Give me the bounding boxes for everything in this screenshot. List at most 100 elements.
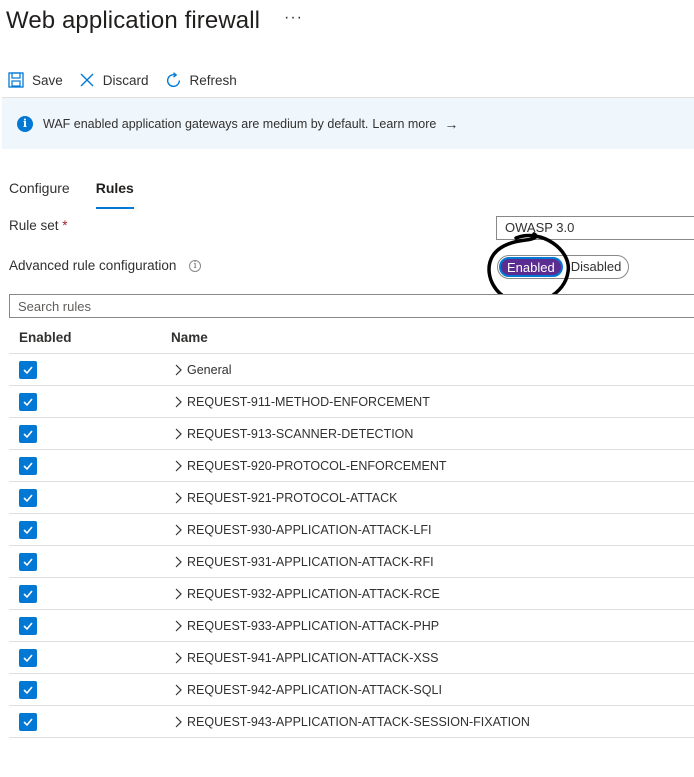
required-marker: *: [62, 218, 68, 233]
rule-group-name: REQUEST-921-PROTOCOL-ATTACK: [187, 490, 398, 505]
rule-checkbox[interactable]: [19, 424, 37, 443]
rule-group-expander[interactable]: General: [171, 363, 231, 377]
chevron-right-icon: [175, 396, 182, 407]
chevron-right-icon: [175, 716, 182, 727]
checkbox-cell: [9, 552, 171, 571]
search-input[interactable]: [9, 294, 694, 318]
chevron-right-icon: [175, 556, 182, 567]
rule-checkbox[interactable]: [19, 456, 37, 475]
checkbox-cell: [9, 712, 171, 731]
checkbox-cell: [9, 488, 171, 507]
more-options-button[interactable]: ···: [284, 9, 303, 27]
toggle-disabled[interactable]: Disabled: [564, 256, 629, 278]
rule-group-name: REQUEST-932-APPLICATION-ATTACK-RCE: [187, 586, 440, 601]
table-row: REQUEST-932-APPLICATION-ATTACK-RCE: [9, 578, 694, 610]
rule-checkbox[interactable]: [19, 552, 37, 571]
chevron-right-icon: [175, 684, 182, 695]
rule-group-expander[interactable]: REQUEST-943-APPLICATION-ATTACK-SESSION-F…: [171, 715, 530, 729]
chevron-right-icon: [175, 492, 182, 503]
banner-text: WAF enabled application gateways are med…: [43, 116, 369, 131]
header-enabled: Enabled: [19, 330, 72, 345]
rule-group-expander[interactable]: REQUEST-921-PROTOCOL-ATTACK: [171, 491, 397, 505]
tab-configure[interactable]: Configure: [9, 178, 70, 206]
checkbox-cell: [9, 648, 171, 667]
rule-checkbox[interactable]: [19, 648, 37, 667]
page-title: Web application firewall: [6, 7, 261, 34]
save-button[interactable]: Save: [8, 72, 63, 88]
refresh-label: Refresh: [189, 72, 237, 88]
info-icon: i: [17, 115, 33, 132]
rule-group-expander[interactable]: REQUEST-933-APPLICATION-ATTACK-PHP: [171, 619, 439, 633]
rule-checkbox[interactable]: [19, 392, 37, 411]
rule-checkbox[interactable]: [19, 680, 37, 699]
rule-checkbox[interactable]: [19, 584, 37, 603]
rule-group-expander[interactable]: REQUEST-930-APPLICATION-ATTACK-LFI: [171, 523, 432, 537]
rule-checkbox[interactable]: [19, 360, 37, 379]
rule-checkbox[interactable]: [19, 712, 37, 731]
rule-group-expander[interactable]: REQUEST-913-SCANNER-DETECTION: [171, 427, 413, 441]
tab-rules[interactable]: Rules: [95, 178, 134, 209]
toolbar: Save Discard Refresh: [8, 68, 253, 92]
table-row: REQUEST-920-PROTOCOL-ENFORCEMENT: [9, 450, 694, 482]
title-row: Web application firewall: [6, 4, 260, 38]
advanced-rule-toggle: Enabled Disabled: [497, 255, 630, 279]
rule-group-expander[interactable]: REQUEST-942-APPLICATION-ATTACK-SQLI: [171, 683, 442, 697]
table-row: REQUEST-933-APPLICATION-ATTACK-PHP: [9, 610, 694, 642]
checkbox-cell: [9, 520, 171, 539]
checkmark-icon: [23, 621, 33, 630]
discard-label: Discard: [102, 72, 149, 88]
rule-group-name: REQUEST-941-APPLICATION-ATTACK-XSS: [187, 650, 439, 665]
table-row: REQUEST-942-APPLICATION-ATTACK-SQLI: [9, 674, 694, 706]
table-row: General: [9, 354, 694, 386]
discard-button[interactable]: Discard: [79, 72, 149, 88]
checkmark-icon: [23, 653, 33, 662]
rule-group-expander[interactable]: REQUEST-931-APPLICATION-ATTACK-RFI: [171, 555, 434, 569]
checkmark-icon: [23, 557, 33, 566]
refresh-icon: [166, 71, 180, 87]
checkbox-cell: [9, 456, 171, 475]
rule-group-expander[interactable]: REQUEST-920-PROTOCOL-ENFORCEMENT: [171, 459, 447, 473]
checkbox-cell: [9, 360, 171, 379]
rule-group-expander[interactable]: REQUEST-932-APPLICATION-ATTACK-RCE: [171, 587, 440, 601]
ruleset-label: Rule set: [9, 218, 59, 233]
checkmark-icon: [23, 685, 33, 694]
arrow-right-icon: →: [444, 115, 459, 132]
rule-checkbox[interactable]: [19, 520, 37, 539]
rule-group-expander[interactable]: REQUEST-941-APPLICATION-ATTACK-XSS: [171, 651, 438, 665]
close-icon: [80, 73, 94, 87]
table-row: REQUEST-931-APPLICATION-ATTACK-RFI: [9, 546, 694, 578]
checkbox-cell: [9, 584, 171, 603]
save-icon: [8, 72, 24, 88]
info-icon[interactable]: i: [189, 260, 202, 273]
table-row: REQUEST-930-APPLICATION-ATTACK-LFI: [9, 514, 694, 546]
header-name: Name: [171, 330, 208, 345]
checkbox-cell: [9, 680, 171, 699]
checkmark-icon: [23, 365, 33, 374]
table-row: REQUEST-911-METHOD-ENFORCEMENT: [9, 386, 694, 418]
rule-checkbox[interactable]: [19, 488, 37, 507]
rule-group-name: General: [187, 362, 232, 377]
refresh-button[interactable]: Refresh: [165, 71, 237, 89]
table-header: Enabled Name: [9, 322, 694, 354]
rule-group-name: REQUEST-920-PROTOCOL-ENFORCEMENT: [187, 458, 447, 473]
learn-more-label: Learn more: [372, 116, 437, 131]
ruleset-label-group: Rule set *: [9, 218, 68, 233]
checkmark-icon: [23, 717, 33, 726]
chevron-right-icon: [175, 588, 182, 599]
rule-group-name: REQUEST-911-METHOD-ENFORCEMENT: [187, 394, 430, 409]
chevron-right-icon: [175, 652, 182, 663]
checkbox-cell: [9, 616, 171, 635]
learn-more-link[interactable]: Learn more →: [372, 116, 458, 132]
ruleset-dropdown[interactable]: OWASP 3.0: [496, 216, 694, 240]
advanced-label-group: Advanced rule configuration i: [9, 258, 202, 273]
rule-group-name: REQUEST-942-APPLICATION-ATTACK-SQLI: [187, 682, 442, 697]
toggle-enabled[interactable]: Enabled: [499, 257, 563, 277]
rule-group-expander[interactable]: REQUEST-911-METHOD-ENFORCEMENT: [171, 395, 430, 409]
rule-group-name: REQUEST-933-APPLICATION-ATTACK-PHP: [187, 618, 440, 633]
rule-checkbox[interactable]: [19, 616, 37, 635]
checkmark-icon: [23, 493, 33, 502]
rule-group-name: REQUEST-930-APPLICATION-ATTACK-LFI: [187, 522, 432, 537]
info-banner: i WAF enabled application gateways are m…: [2, 97, 694, 149]
tab-bar: Configure Rules: [9, 178, 160, 209]
checkmark-icon: [23, 461, 33, 470]
